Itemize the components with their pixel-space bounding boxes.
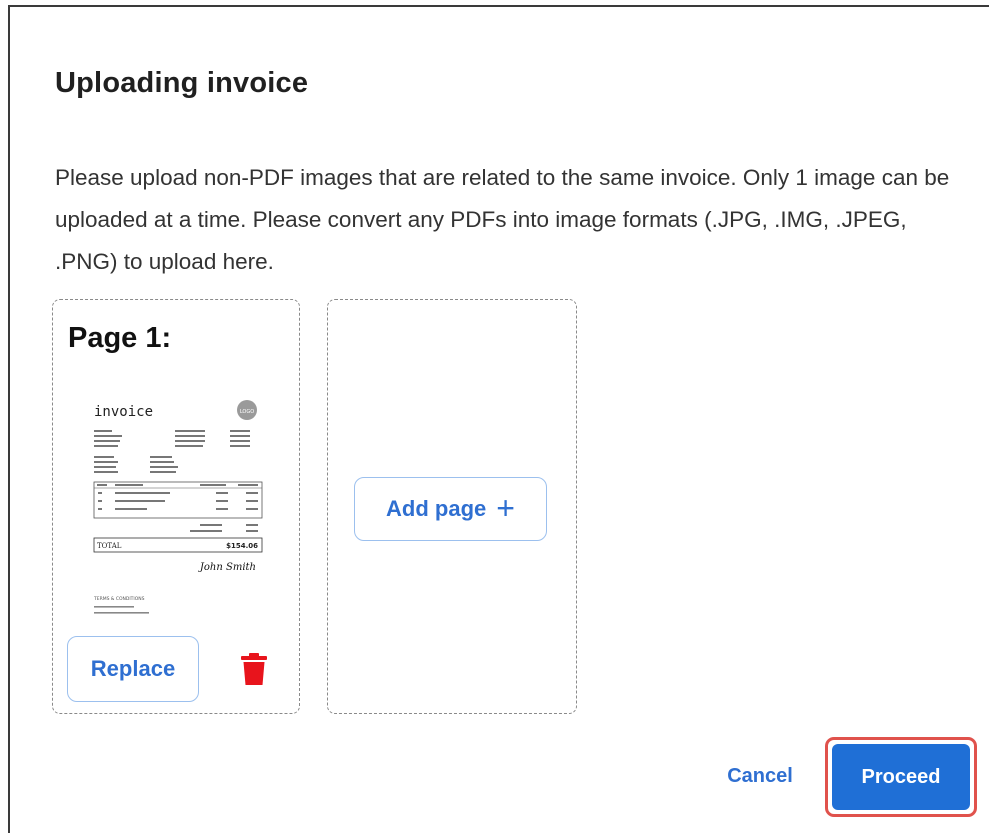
- thumbnail-total-label: TOTAL: [97, 542, 122, 550]
- add-page-button[interactable]: Add page +: [354, 477, 547, 541]
- trash-icon[interactable]: [241, 653, 267, 685]
- proceed-button[interactable]: Proceed: [832, 744, 970, 810]
- add-page-label: Add page: [386, 496, 487, 521]
- proceed-highlight: Proceed: [825, 737, 977, 817]
- invoice-thumbnail: invoice LOGO TOTAL $154.06 John Smith TE…: [80, 388, 276, 628]
- plus-icon: +: [496, 489, 515, 526]
- dialog-description: Please upload non-PDF images that are re…: [55, 165, 950, 274]
- thumbnail-signature: John Smith: [198, 562, 256, 573]
- cancel-button[interactable]: Cancel: [710, 752, 810, 800]
- page-label: Page 1:: [68, 322, 172, 354]
- thumbnail-logo: LOGO: [240, 409, 254, 415]
- thumbnail-total-value: $154.06: [226, 542, 258, 550]
- thumbnail-heading: invoice: [94, 404, 153, 420]
- add-page-card: Add page +: [327, 299, 577, 714]
- page-card: Page 1: invoice LOGO TOTAL $154.06 John …: [52, 299, 300, 714]
- dialog-title: Uploading invoice: [55, 67, 309, 99]
- replace-button[interactable]: Replace: [67, 636, 199, 702]
- thumbnail-terms: TERMS & CONDITIONS: [93, 596, 145, 602]
- upload-dialog: Uploading invoice Please upload non-PDF …: [8, 5, 989, 833]
